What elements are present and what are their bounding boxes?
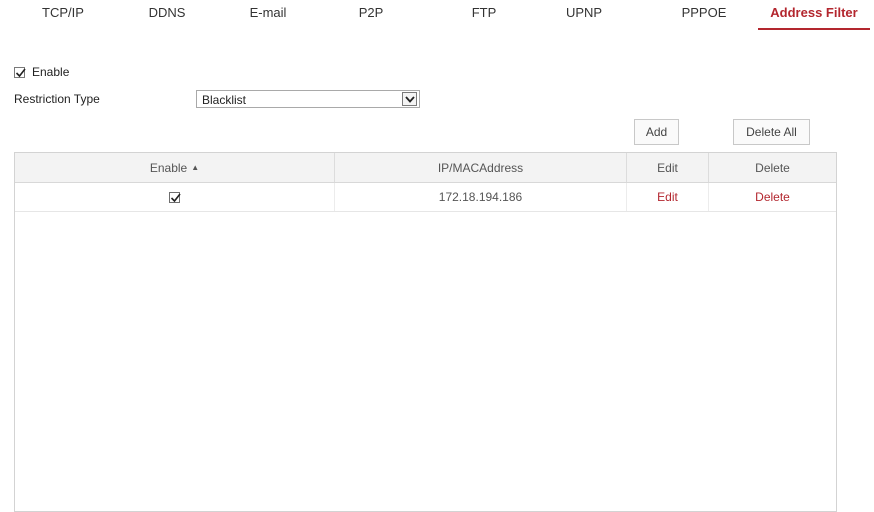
tab-p2p[interactable]: P2P [354,0,388,30]
tab-ftp[interactable]: FTP [467,0,501,30]
row-enable-cell [15,183,335,211]
column-header-edit: Edit [627,153,709,182]
check-icon [15,68,26,77]
tab-tcp-ip[interactable]: TCP/IP [35,0,91,30]
add-button[interactable]: Add [634,119,679,145]
tab-email[interactable]: E-mail [242,0,294,30]
column-header-enable-label: Enable [149,160,188,175]
tab-ddns[interactable]: DDNS [144,0,190,30]
enable-checkbox[interactable] [14,66,26,78]
address-filter-table: Enable ▲ IP/MACAddress Edit Delete 172.1… [14,152,837,512]
chevron-down-icon[interactable] [402,92,417,106]
row-delete-cell: Delete [709,183,836,211]
table-row: 172.18.194.186 Edit Delete [15,183,836,212]
restriction-type-select[interactable]: Blacklist [196,90,420,108]
restriction-type-label: Restriction Type [14,92,100,106]
column-header-delete: Delete [755,160,790,175]
network-tabs: TCP/IP DDNS E-mail P2P FTP UPNP PPPOE Ad… [0,0,874,30]
edit-link[interactable]: Edit [657,190,678,204]
tab-address-filter[interactable]: Address Filter [758,0,870,30]
enable-label: Enable [32,65,70,79]
sort-ascending-icon: ▲ [191,163,200,172]
column-header-address: IP/MACAddress [335,153,627,182]
restriction-type-value: Blacklist [202,93,247,107]
delete-all-button[interactable]: Delete All [733,119,810,145]
table-header: Enable ▲ IP/MACAddress Edit Delete [15,153,836,183]
tab-upnp[interactable]: UPNP [562,0,606,30]
enable-row: Enable [14,65,69,79]
row-enable-checkbox[interactable] [169,191,181,203]
check-icon [170,193,181,202]
column-header-enable[interactable]: Enable ▲ [15,153,335,182]
tab-pppoe[interactable]: PPPOE [678,0,730,30]
delete-link[interactable]: Delete [755,190,790,204]
row-edit-cell: Edit [627,183,709,211]
row-address: 172.18.194.186 [335,183,627,211]
